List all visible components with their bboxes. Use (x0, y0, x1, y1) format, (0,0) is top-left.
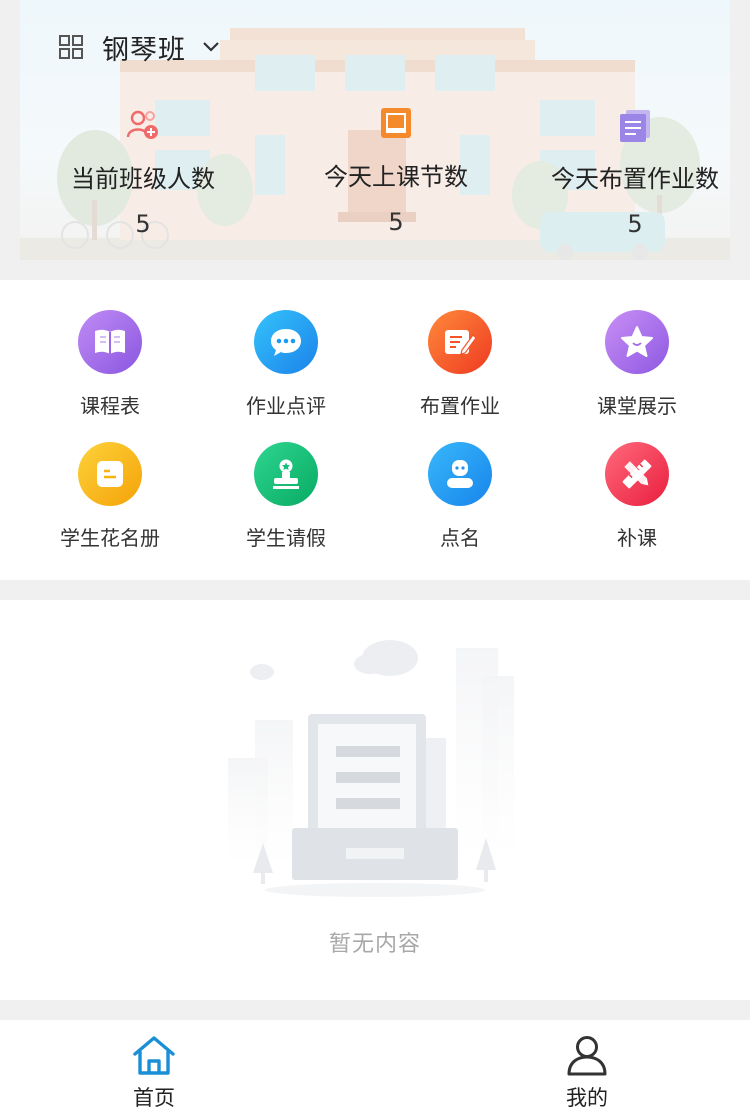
menu-item-assign-homework[interactable]: 布置作业 (372, 310, 548, 430)
book-icon[interactable] (78, 310, 142, 374)
chat-bubble-icon[interactable] (254, 310, 318, 374)
menu-label: 布置作业 (420, 394, 500, 418)
star-icon[interactable] (605, 310, 669, 374)
menu-label: 学生请假 (246, 526, 326, 550)
header-banner: 钢琴班 当前班级人数 5 今天上课节数 5 今天布置作业数 5 (20, 0, 730, 260)
menu-label: 作业点评 (246, 394, 326, 418)
pencil-ruler-icon[interactable] (605, 442, 669, 506)
empty-text: 暂无内容 (328, 932, 421, 957)
empty-state: 暂无内容 (0, 600, 750, 1000)
class-switcher[interactable]: 钢琴班 (58, 28, 220, 67)
menu-item-homework-review[interactable]: 作业点评 (198, 310, 374, 430)
menu-label: 课程表 (80, 394, 140, 418)
stat-label: 今天布置作业数 (551, 165, 719, 193)
lesson-square-icon (381, 108, 411, 138)
add-user-icon (126, 110, 158, 139)
tab-home[interactable]: 首页 (94, 1034, 214, 1112)
bottom-tab-bar: 首页 我的 (0, 1020, 750, 1118)
grid-icon[interactable] (58, 34, 84, 60)
chevron-down-icon[interactable] (202, 41, 220, 53)
menu-label: 点名 (440, 526, 480, 550)
homework-doc-icon (620, 110, 650, 142)
tab-label: 我的 (566, 1086, 608, 1110)
menu-label: 补课 (617, 526, 657, 550)
stat-label: 当前班级人数 (71, 165, 215, 193)
menu-item-class-showcase[interactable]: 课堂展示 (549, 310, 725, 430)
home-icon[interactable] (131, 1034, 177, 1076)
stat-homework-today: 今天布置作业数 5 (517, 105, 730, 238)
menu-item-student-leave[interactable]: 学生请假 (198, 442, 374, 562)
menu-item-student-roster[interactable]: 学生花名册 (22, 442, 198, 562)
menu-label: 课堂展示 (597, 394, 677, 418)
stat-label: 今天上课节数 (324, 163, 468, 191)
stat-value: 5 (627, 210, 643, 238)
menu-label: 学生花名册 (60, 526, 160, 550)
stat-value: 5 (388, 208, 404, 236)
menu-item-makeup-class[interactable]: 补课 (549, 442, 725, 562)
roster-icon[interactable] (78, 442, 142, 506)
stats-row: 当前班级人数 5 今天上课节数 5 今天布置作业数 5 (40, 105, 730, 245)
feature-menu: 课程表 作业点评 布置作业 课堂展示 学生花名册 学生请假 点名 补课 (0, 280, 750, 580)
class-name[interactable]: 钢琴班 (102, 28, 186, 67)
empty-box-illustration (228, 640, 514, 897)
menu-item-schedule[interactable]: 课程表 (22, 310, 198, 430)
stat-value: 5 (135, 210, 151, 238)
stat-class-size: 当前班级人数 5 (25, 105, 261, 238)
person-icon[interactable] (428, 442, 492, 506)
stamp-icon[interactable] (254, 442, 318, 506)
tab-label: 首页 (133, 1086, 175, 1110)
tab-mine[interactable]: 我的 (527, 1034, 647, 1112)
stat-lessons-today: 今天上课节数 5 (278, 103, 514, 236)
edit-note-icon[interactable] (428, 310, 492, 374)
profile-icon[interactable] (564, 1034, 610, 1076)
header-section: 钢琴班 当前班级人数 5 今天上课节数 5 今天布置作业数 5 (0, 0, 750, 280)
menu-item-roll-call[interactable]: 点名 (372, 442, 548, 562)
